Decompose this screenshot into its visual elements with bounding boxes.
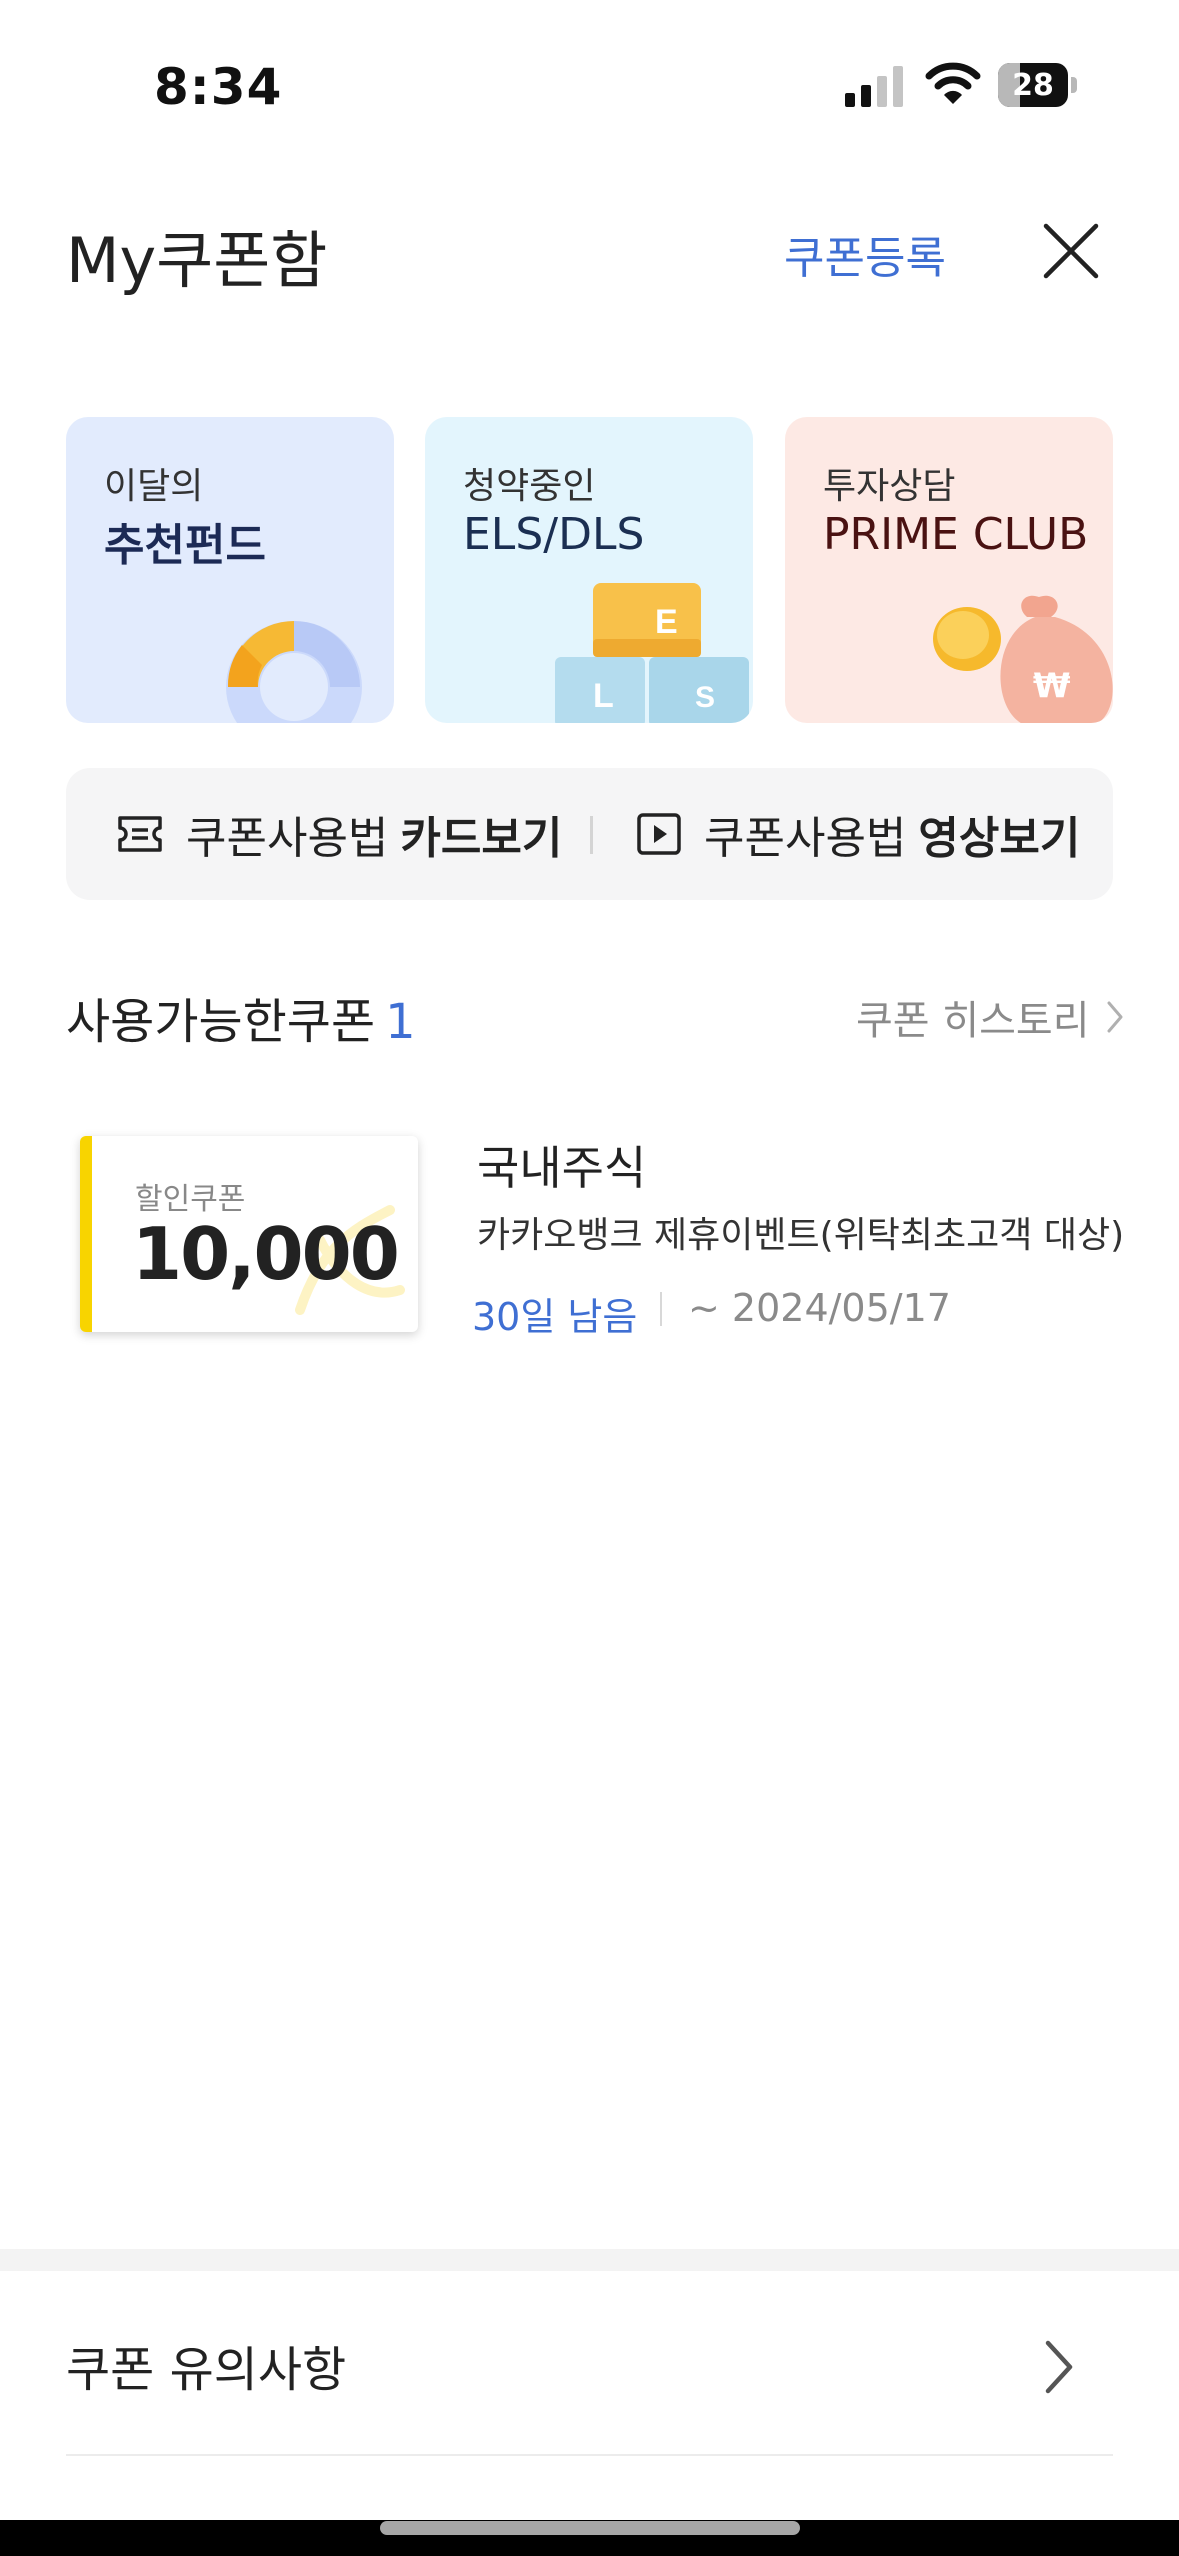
promo-card-prime-club[interactable]: 투자상담 PRIME CLUB ₩: [785, 417, 1113, 723]
notice-divider: [66, 2454, 1113, 2456]
coupon-days-left: 30일 남음: [472, 1295, 638, 1339]
guide-card-prefix: 쿠폰사용법: [186, 813, 389, 864]
promo-card-line2: PRIME CLUB: [823, 509, 1089, 560]
coupon-meta-divider: [660, 1292, 662, 1326]
close-icon[interactable]: [1042, 222, 1100, 280]
ticket-icon: [118, 816, 162, 852]
section-divider: [0, 2249, 1179, 2271]
coupon-history-link[interactable]: 쿠폰 히스토리: [856, 988, 1124, 1046]
home-indicator[interactable]: [380, 2521, 800, 2535]
chevron-right-icon: [1107, 1001, 1123, 1033]
promo-card-els-dls[interactable]: 청약중인 ELS/DLS L S E: [425, 417, 753, 723]
cellular-signal-icon: [845, 66, 903, 107]
guide-card-bold: 카드보기: [400, 813, 563, 864]
coupon-history-label: 쿠폰 히스토리: [856, 998, 1090, 1044]
promo-card-line1: 청약중인: [463, 466, 596, 507]
svg-text:₩: ₩: [1033, 666, 1071, 706]
coupon-expiry: ~ 2024/05/17: [688, 1286, 951, 1330]
svg-text:E: E: [655, 603, 678, 641]
wifi-icon: [925, 62, 981, 104]
coupon-description: 카카오뱅크 제휴이벤트(위탁최초고객 대상): [477, 1215, 1125, 1256]
coupon-stripe: [80, 1136, 92, 1332]
promo-card-line1: 이달의: [104, 466, 204, 507]
status-time: 8:34: [154, 58, 283, 116]
available-coupons-count: 1: [385, 994, 416, 1050]
coupon-amount: 10,000: [132, 1212, 400, 1296]
svg-text:S: S: [695, 681, 715, 714]
promo-card-line2: 추천펀드: [104, 520, 266, 571]
promo-card-recommended-fund[interactable]: 이달의 추천펀드: [66, 417, 394, 723]
chevron-right-icon[interactable]: [1042, 2338, 1076, 2396]
guide-video-bold: 영상보기: [918, 813, 1081, 864]
promo-card-line1: 투자상담: [823, 466, 956, 507]
promo-card-line2: ELS/DLS: [463, 509, 645, 560]
money-bag-icon: ₩: [933, 595, 1113, 723]
coupon-ticket[interactable]: 할인쿠폰 10,000: [80, 1136, 418, 1332]
coupon-name: 국내주식: [477, 1141, 647, 1195]
svg-text:L: L: [593, 677, 614, 715]
donut-chart-icon: [226, 621, 362, 723]
available-coupons-label: 사용가능한쿠폰: [66, 994, 376, 1050]
available-coupons-title: 사용가능한쿠폰 1: [66, 982, 416, 1052]
page-title: My쿠폰함: [66, 224, 328, 297]
coupon-guide-card-button[interactable]: 쿠폰사용법 카드보기: [116, 804, 562, 864]
coupon-register-button[interactable]: 쿠폰등록: [784, 222, 946, 286]
battery-level: 28: [1012, 67, 1054, 103]
guide-video-prefix: 쿠폰사용법: [704, 813, 907, 864]
coupon-guide-video-button[interactable]: 쿠폰사용법 영상보기: [636, 804, 1080, 864]
els-blocks-icon: L S E: [555, 583, 749, 723]
play-icon: [637, 813, 681, 855]
battery-icon: 28: [998, 63, 1078, 107]
coupon-guide-bar: 쿠폰사용법 카드보기 쿠폰사용법 영상보기: [66, 768, 1113, 900]
coupon-notice-link[interactable]: 쿠폰 유의사항: [66, 2330, 346, 2400]
guide-divider: [590, 816, 593, 854]
